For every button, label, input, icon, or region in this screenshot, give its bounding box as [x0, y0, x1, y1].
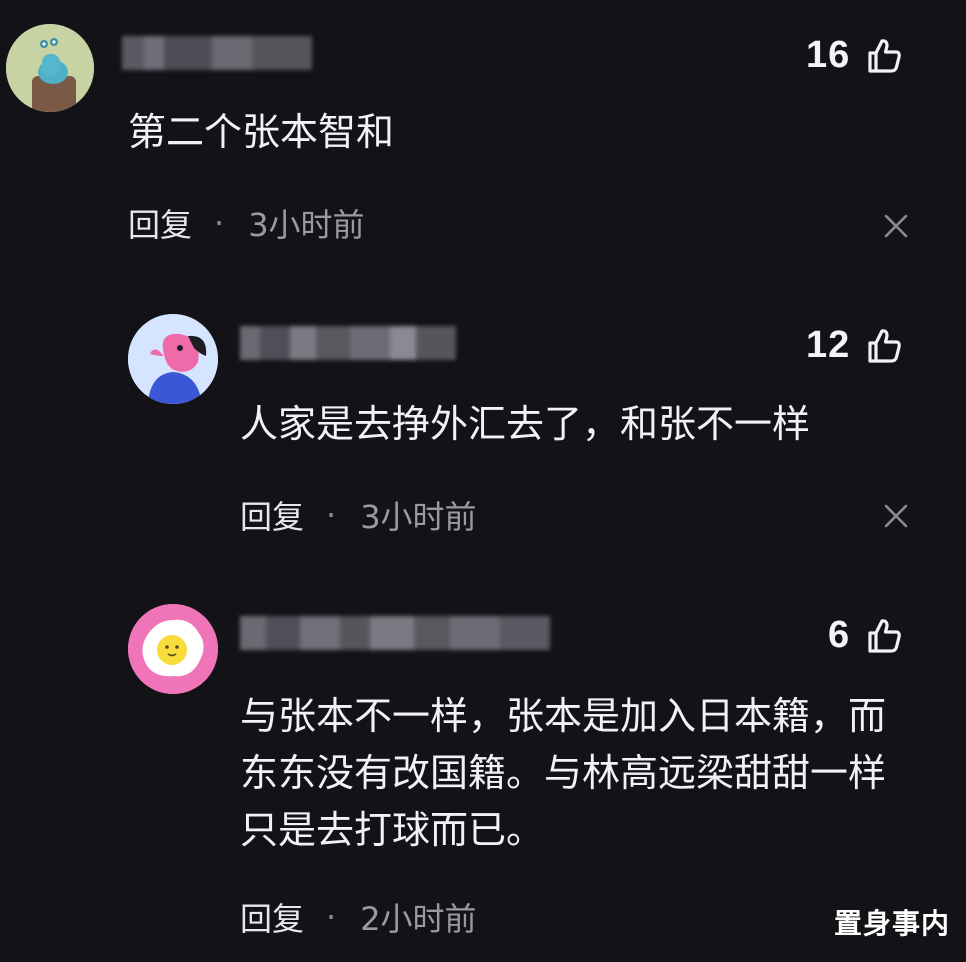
username-redacted[interactable] — [122, 36, 312, 70]
timestamp: 3小时前 — [248, 206, 365, 244]
comment-line: 人家是去挣外汇去了，和张不一样 — [240, 402, 811, 446]
comment-text: 与张本不一样，张本是加入日本籍，而 东东没有改国籍。与林高远梁甜甜一样 只是去打… — [240, 688, 886, 859]
comment-text: 第二个张本智和 — [128, 104, 394, 161]
avatar-image — [128, 604, 218, 694]
close-icon[interactable] — [884, 504, 908, 528]
timestamp: 2小时前 — [360, 900, 477, 938]
meta-separator: · — [326, 898, 337, 936]
like-count: 16 — [806, 34, 851, 76]
username-redacted[interactable] — [240, 326, 456, 360]
user-avatar[interactable] — [128, 314, 218, 404]
comment-meta: 回复 · 3小时前 — [240, 492, 477, 538]
thumbs-up-icon[interactable] — [864, 616, 904, 656]
comment-text: 人家是去挣外汇去了，和张不一样 — [240, 396, 810, 453]
username-redacted[interactable] — [240, 616, 550, 650]
avatar-image — [6, 24, 94, 112]
timestamp: 3小时前 — [360, 498, 477, 536]
meta-separator: · — [214, 204, 225, 242]
like-count: 6 — [828, 614, 851, 656]
user-avatar[interactable] — [6, 24, 94, 112]
user-avatar[interactable] — [128, 604, 218, 694]
comment-meta: 回复 · 3小时前 — [128, 200, 365, 246]
comment-meta: 回复 · 2小时前 — [240, 894, 477, 940]
comment-line: 与张本不一样，张本是加入日本籍，而 — [240, 694, 887, 738]
watermark: 置身事内 — [833, 907, 950, 940]
close-icon[interactable] — [884, 214, 908, 238]
reply-button[interactable]: 回复 — [128, 200, 192, 246]
comment-line: 东东没有改国籍。与林高远梁甜甜一样 — [240, 751, 887, 795]
meta-separator: · — [326, 496, 337, 534]
reply-button[interactable]: 回复 — [240, 894, 304, 940]
thumbs-up-icon[interactable] — [864, 326, 904, 366]
avatar-image — [128, 314, 218, 404]
like-control[interactable]: 6 — [828, 614, 904, 657]
like-control[interactable]: 16 — [806, 34, 904, 77]
comment-line: 第二个张本智和 — [128, 110, 395, 154]
comment-line: 只是去打球而已。 — [240, 808, 545, 852]
thumbs-up-icon[interactable] — [864, 36, 904, 76]
like-count: 12 — [806, 324, 851, 366]
reply-button[interactable]: 回复 — [240, 492, 304, 538]
like-control[interactable]: 12 — [806, 324, 904, 367]
comment-thread: 16 第二个张本智和 回复 · 3小时前 12 人家是去挣外汇去了，和张不一样 … — [0, 0, 966, 962]
